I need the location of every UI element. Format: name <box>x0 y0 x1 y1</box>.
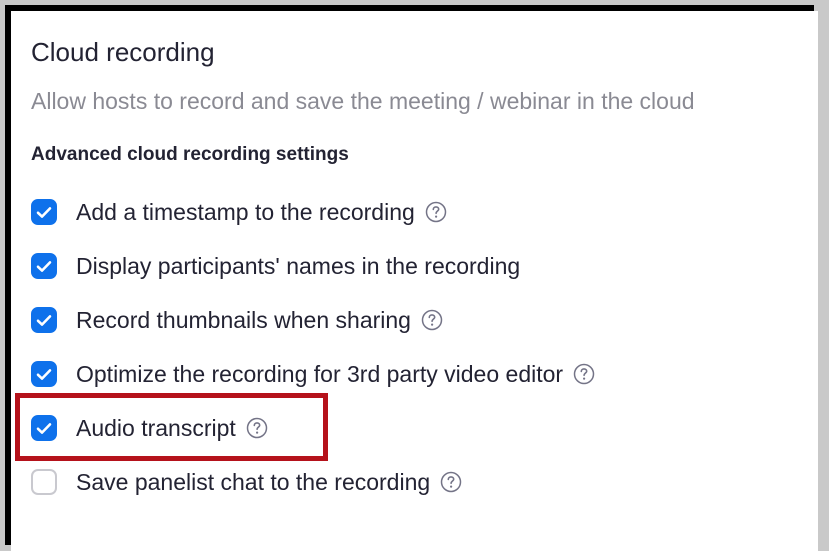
setting-title: Cloud recording <box>31 37 215 67</box>
setting-description: Allow hosts to record and save the meeti… <box>31 88 695 114</box>
advanced-settings-heading: Advanced cloud recording settings <box>31 144 349 165</box>
add-timestamp-checkbox[interactable] <box>31 199 57 225</box>
optimize-for-editor-checkbox[interactable] <box>31 361 57 387</box>
checkmark-icon <box>36 314 52 326</box>
option-label: Display participants' names in the recor… <box>76 252 521 279</box>
question-circle-icon[interactable] <box>440 471 462 493</box>
cloud-recording-settings-panel: Cloud recording Allow hosts to record an… <box>11 11 818 551</box>
question-circle-icon[interactable] <box>573 363 595 385</box>
option-optimize-for-editor[interactable]: Optimize the recording for 3rd party vid… <box>31 357 595 391</box>
question-circle-icon[interactable] <box>425 201 447 223</box>
record-thumbnails-checkbox[interactable] <box>31 307 57 333</box>
display-participant-names-checkbox[interactable] <box>31 253 57 279</box>
option-label: Add a timestamp to the recording <box>76 198 415 225</box>
option-save-panelist-chat[interactable]: Save panelist chat to the recording <box>31 465 462 499</box>
option-label: Record thumbnails when sharing <box>76 306 411 333</box>
option-display-participant-names[interactable]: Display participants' names in the recor… <box>31 249 520 283</box>
highlight-box <box>15 393 328 461</box>
option-add-timestamp[interactable]: Add a timestamp to the recording <box>31 195 447 229</box>
option-label: Optimize the recording for 3rd party vid… <box>76 360 564 387</box>
checkmark-icon <box>36 368 52 380</box>
option-label: Save panelist chat to the recording <box>76 468 431 495</box>
checkmark-icon <box>36 260 52 272</box>
save-panelist-chat-checkbox[interactable] <box>31 469 57 495</box>
question-circle-icon[interactable] <box>421 309 443 331</box>
option-record-thumbnails[interactable]: Record thumbnails when sharing <box>31 303 443 337</box>
checkmark-icon <box>36 206 52 218</box>
